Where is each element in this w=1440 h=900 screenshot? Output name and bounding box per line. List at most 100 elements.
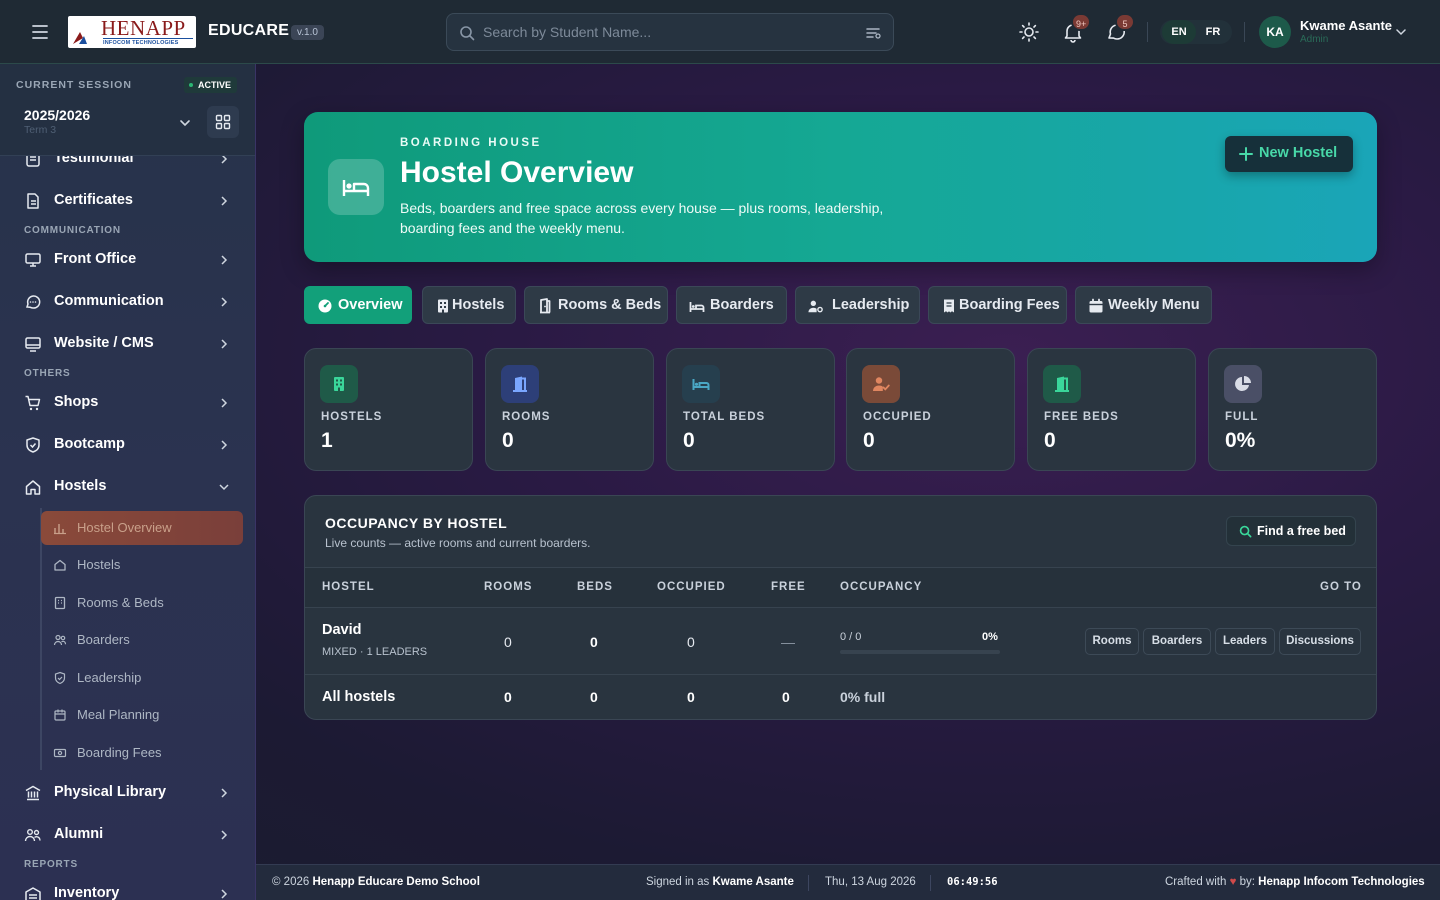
cell-occupied: 0 xyxy=(687,634,695,650)
sidebar-subitem-hostel-overview[interactable]: Hostel Overview xyxy=(41,511,243,545)
lang-fr-button[interactable]: FR xyxy=(1196,20,1230,44)
user-avatar[interactable]: KA xyxy=(1259,16,1291,48)
cart-icon xyxy=(24,394,42,412)
sidebar-subitem-leadership[interactable]: Leadership xyxy=(41,661,243,695)
lang-en-button[interactable]: EN xyxy=(1162,20,1196,44)
sidebar-item-certificates[interactable]: Certificates xyxy=(0,183,255,219)
desktop-icon xyxy=(24,335,42,353)
new-hostel-button[interactable]: New Hostel xyxy=(1225,136,1353,172)
subitem-label: Rooms & Beds xyxy=(77,595,164,610)
tab-hostels[interactable]: Hostels xyxy=(422,286,516,324)
go-to-discussions-button[interactable]: Discussions xyxy=(1279,628,1361,655)
sidebar-item-front-office[interactable]: Front Office xyxy=(0,242,255,278)
sidebar-subitem-boarding-fees[interactable]: Boarding Fees xyxy=(41,736,243,770)
table-row: David MIXED · 1 LEADERS 0 0 0 — 0 / 0 0%… xyxy=(305,608,1376,675)
panel-title: OCCUPANCY BY HOSTEL xyxy=(325,515,508,531)
sidebar-item-hostels[interactable]: Hostels xyxy=(0,469,255,505)
messages-button[interactable]: 5 xyxy=(1105,13,1135,44)
sidebar-item-physical-library[interactable]: Physical Library xyxy=(0,775,255,811)
search-icon xyxy=(459,25,475,41)
subitem-label: Leadership xyxy=(77,670,142,685)
total-rooms: 0 xyxy=(504,689,512,705)
sidebar-item-label: Shops xyxy=(54,394,99,410)
sidebar-item-communication[interactable]: Communication xyxy=(0,284,255,320)
sidebar-item-bootcamp[interactable]: Bootcamp xyxy=(0,427,255,463)
chevron-right-icon xyxy=(218,338,230,350)
section-reports: REPORTS xyxy=(24,859,78,870)
tab-weekly-menu[interactable]: Weekly Menu xyxy=(1075,286,1212,324)
chevron-right-icon xyxy=(218,254,230,266)
user-name[interactable]: Kwame Asante xyxy=(1300,18,1392,33)
tab-label: Boarding Fees xyxy=(959,297,1060,313)
crafted-by[interactable]: Henapp Infocom Technologies xyxy=(1258,876,1425,888)
sidebar-subitem-meal-planning[interactable]: Meal Planning xyxy=(41,698,243,732)
sidebar-item-website-cms[interactable]: Website / CMS xyxy=(0,326,255,362)
user-check-icon xyxy=(862,365,900,403)
heart-icon: ♥ xyxy=(1229,876,1237,888)
sidebar-subitem-hostels[interactable]: Hostels xyxy=(41,548,243,582)
bed-icon xyxy=(689,302,705,312)
footer-signed-in: Signed in as Kwame Asante xyxy=(646,876,794,888)
chevron-right-icon xyxy=(218,296,230,308)
student-search[interactable] xyxy=(446,13,894,51)
footer-date: Thu, 13 Aug 2026 xyxy=(825,876,916,888)
theme-toggle-sun-icon[interactable] xyxy=(1017,20,1041,44)
session-label: CURRENT SESSION xyxy=(16,79,132,91)
find-free-bed-button[interactable]: Find a free bed xyxy=(1226,516,1356,546)
subitem-label: Boarding Fees xyxy=(77,745,162,760)
session-year[interactable]: 2025/2026 xyxy=(24,107,90,123)
topbar-divider xyxy=(1244,22,1245,42)
column-rooms: ROOMS xyxy=(484,581,533,593)
tab-overview[interactable]: Overview xyxy=(304,286,412,324)
chevron-right-icon xyxy=(218,888,230,900)
sidebar-subitem-boarders[interactable]: Boarders xyxy=(41,623,243,657)
gauge-icon xyxy=(318,299,332,313)
user-gear-icon xyxy=(808,300,823,313)
menu-toggle-icon[interactable] xyxy=(26,20,54,44)
stat-value: 0 xyxy=(1044,429,1056,452)
tab-boarding-fees[interactable]: Boarding Fees xyxy=(928,286,1067,324)
total-label: All hostels xyxy=(322,689,396,705)
column-occupied: OCCUPIED xyxy=(657,581,726,593)
sidebar-item-label: Communication xyxy=(54,293,164,309)
section-communication: COMMUNICATION xyxy=(24,225,121,236)
tab-boarders[interactable]: Boarders xyxy=(676,286,787,324)
table-total-row: All hostels 0 0 0 0 0% full xyxy=(305,675,1376,719)
apps-grid-button[interactable] xyxy=(207,106,239,138)
copyright-prefix: © 2026 xyxy=(272,876,310,888)
filter-icon[interactable] xyxy=(865,25,881,41)
sidebar-item-alumni[interactable]: Alumni xyxy=(0,817,255,853)
user-menu-chevron-icon[interactable] xyxy=(1395,26,1407,38)
column-occupancy: OCCUPANCY xyxy=(840,581,923,593)
stat-label: TOTAL BEDS xyxy=(683,411,766,423)
tab-label: Rooms & Beds xyxy=(558,297,662,313)
session-dropdown-chevron-icon[interactable] xyxy=(178,116,192,130)
tab-label: Weekly Menu xyxy=(1108,297,1200,313)
footer-clock: 06:49:56 xyxy=(947,876,998,888)
session-status-badge: ACTIVE xyxy=(184,77,238,93)
tab-rooms-beds[interactable]: Rooms & Beds xyxy=(524,286,668,324)
go-to-boarders-button[interactable]: Boarders xyxy=(1143,628,1211,655)
section-others: OTHERS xyxy=(24,368,71,379)
notifications-button[interactable]: 9+ xyxy=(1061,13,1092,44)
hostel-meta: MIXED · 1 LEADERS xyxy=(322,646,428,658)
hostel-name[interactable]: David xyxy=(322,622,362,638)
total-full: 0% full xyxy=(840,689,886,705)
sidebar-subitem-rooms-beds[interactable]: Rooms & Beds xyxy=(41,586,243,620)
sidebar-item-label: Inventory xyxy=(54,885,120,900)
total-occupied: 0 xyxy=(687,689,695,705)
user-role: Admin xyxy=(1300,34,1329,45)
sidebar-item-shops[interactable]: Shops xyxy=(0,385,255,421)
henapp-logo[interactable]: HENAPP INFOCOM TECHNOLOGIES xyxy=(68,16,196,48)
monitor-icon xyxy=(24,251,42,269)
sidebar-item-inventory[interactable]: Inventory xyxy=(0,876,255,900)
hero-description: Beds, boarders and free space across eve… xyxy=(400,200,884,236)
go-to-leaders-button[interactable]: Leaders xyxy=(1215,628,1275,655)
stat-card-total-beds: TOTAL BEDS 0 xyxy=(666,348,835,471)
footer: © 2026 Henapp Educare Demo School Signed… xyxy=(256,864,1440,900)
search-input[interactable] xyxy=(483,20,853,44)
receipt-icon xyxy=(944,299,954,313)
go-to-rooms-button[interactable]: Rooms xyxy=(1085,628,1139,655)
tab-leadership[interactable]: Leadership xyxy=(795,286,920,324)
stat-label: FULL xyxy=(1225,411,1259,423)
